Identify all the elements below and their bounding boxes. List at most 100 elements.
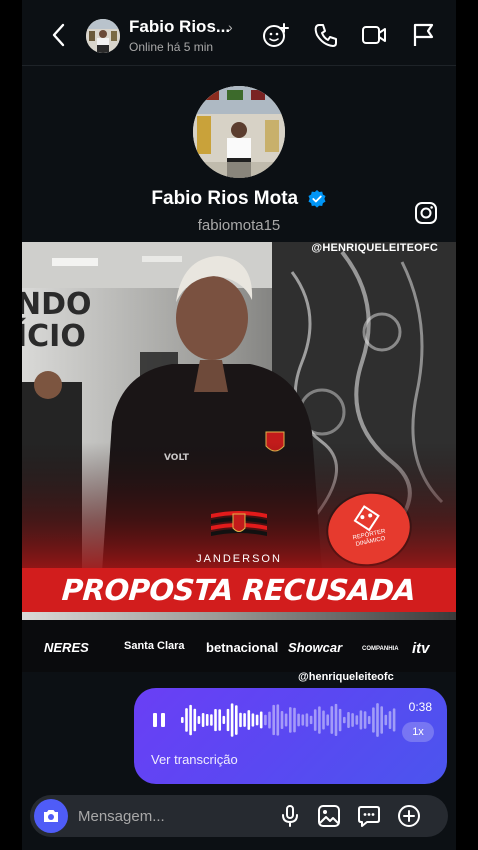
sponsor-logo: betnacional [206, 640, 279, 655]
video-icon[interactable] [360, 21, 388, 49]
chat-sticker-icon[interactable] [357, 804, 381, 828]
waveform-bar [205, 714, 209, 726]
chat-screen: Fabio Rios... › Online há 5 min Fabio Ri… [22, 0, 456, 850]
chat-header: Fabio Rios... › Online há 5 min [22, 0, 456, 66]
flag-icon[interactable] [410, 21, 438, 49]
voice-message-bubble[interactable]: 0:38 1x Ver transcrição [134, 688, 447, 784]
sponsor-logo: NERES [44, 640, 89, 655]
headline-banner: PROPOSTA RECUSADA [22, 568, 456, 612]
waveform-bar [313, 709, 317, 731]
instagram-icon[interactable] [414, 201, 438, 225]
waveform-bar [388, 711, 392, 729]
waveform-bar [318, 706, 321, 734]
waveform-bar [226, 708, 230, 732]
waveform-bar [338, 708, 342, 732]
waveform-bar [330, 706, 334, 734]
waveform-bar [392, 708, 396, 732]
profile-name: Fabio Rios Mota [151, 188, 299, 209]
waveform-bar [367, 716, 371, 725]
waveform-bar [210, 714, 213, 726]
waveform-bar [293, 707, 296, 733]
waveform-bar [189, 704, 192, 736]
svg-text:NDO: NDO [22, 287, 92, 322]
camera-icon [44, 810, 58, 822]
plus-icon[interactable] [397, 804, 421, 828]
waveform-bar [264, 714, 267, 726]
waveform-bar [384, 714, 388, 726]
verified-icon [308, 190, 326, 208]
waveform-bar [284, 713, 288, 727]
post-handle-tag: @henriqueleiteofc [298, 671, 394, 683]
camera-button[interactable] [34, 799, 68, 833]
waveform-bar [309, 715, 313, 725]
pause-icon[interactable] [152, 712, 166, 728]
waveform-bar [193, 708, 197, 732]
voice-duration: 0:38 [408, 700, 432, 714]
waveform-bar [185, 708, 188, 732]
sponsor-strip: NERES Santa Clara betnacional Showcar CO… [22, 620, 456, 672]
post-watermark: @HENRIQUELEITEOFC [311, 242, 438, 254]
waveform-bar [322, 710, 325, 730]
waveform-bar [230, 703, 234, 737]
waveform-bar [251, 713, 255, 727]
message-composer [30, 795, 448, 837]
waveform-bar [272, 704, 275, 736]
waveform-bar [376, 703, 379, 737]
waveform-bar [255, 714, 259, 726]
waveform-bar [380, 706, 383, 734]
contact-name[interactable]: Fabio Rios... [129, 17, 230, 37]
right-border [456, 0, 478, 850]
playback-speed-button[interactable]: 1x [402, 722, 434, 742]
audio-waveform[interactable] [180, 700, 396, 740]
sticker-icon[interactable] [262, 21, 290, 49]
waveform-bar [334, 703, 338, 736]
club-flag-icon [211, 511, 267, 536]
sponsor-logo: COMPANHIA [362, 646, 399, 652]
headline-text: PROPOSTA RECUSADA [61, 573, 417, 607]
waveform-bar [268, 711, 271, 729]
microphone-icon[interactable] [278, 804, 302, 828]
waveform-bar [243, 713, 246, 727]
waveform-bar [181, 717, 184, 723]
waveform-bar [222, 715, 226, 724]
player-name: JANDERSON [196, 553, 282, 565]
waveform-bar [218, 709, 221, 731]
profile-picture[interactable] [193, 86, 285, 178]
sponsor-logo: itv [412, 640, 430, 657]
waveform-bar [280, 711, 284, 729]
waveform-bar [289, 707, 292, 733]
waveform-bar [372, 707, 375, 733]
shared-post-image[interactable]: NDO ÍCIO VOLT [22, 242, 456, 672]
waveform-bar [363, 711, 367, 729]
svg-text:ÍCIO: ÍCIO [22, 318, 86, 354]
waveform-bar [305, 713, 309, 727]
waveform-bar [214, 709, 217, 732]
waveform-bar [197, 716, 201, 724]
profile-handle: fabiomota15 [197, 217, 281, 234]
waveform-bar [301, 714, 305, 726]
waveform-bar [297, 713, 300, 727]
sponsor-logo: Santa Clara [124, 640, 185, 652]
left-border [0, 0, 22, 850]
waveform-bar [343, 716, 346, 724]
waveform-bar [247, 710, 251, 730]
waveform-bar [355, 715, 359, 725]
avatar[interactable] [86, 19, 120, 53]
waveform-bar [201, 713, 205, 727]
back-icon[interactable] [48, 22, 70, 48]
sponsor-logo: Showcar [288, 640, 343, 655]
waveform-bar [347, 712, 350, 728]
view-transcription-link[interactable]: Ver transcrição [151, 752, 238, 767]
phone-icon[interactable] [312, 21, 340, 49]
waveform-bar [235, 705, 238, 735]
gallery-icon[interactable] [317, 804, 341, 828]
waveform-bar [259, 711, 263, 729]
waveform-bar [351, 713, 354, 727]
online-status: Online há 5 min [129, 40, 214, 54]
chevron-right-icon[interactable]: › [228, 19, 233, 35]
message-input[interactable] [78, 795, 248, 837]
profile-name-row: Fabio Rios Mota [22, 188, 456, 210]
waveform-bar [276, 704, 280, 736]
waveform-bar [239, 712, 242, 728]
waveform-bar [326, 714, 329, 726]
